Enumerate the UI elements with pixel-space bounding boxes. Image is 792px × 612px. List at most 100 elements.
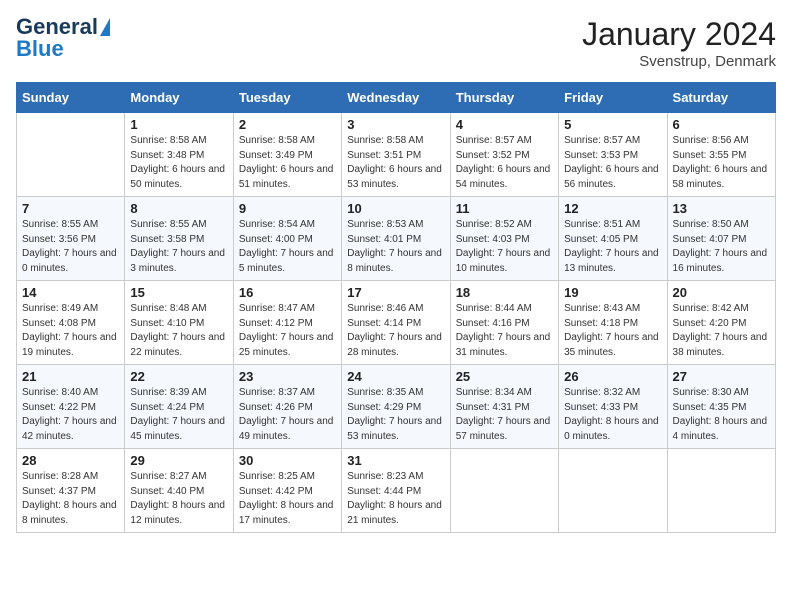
calendar-cell: 28 Sunrise: 8:28 AMSunset: 4:37 PMDayligh…: [17, 449, 125, 533]
calendar-cell: 29 Sunrise: 8:27 AMSunset: 4:40 PMDayligh…: [125, 449, 233, 533]
weekday-header-tuesday: Tuesday: [233, 83, 341, 113]
calendar-cell: 5Sunrise: 8:57 AMSunset: 3:53 PMDaylight…: [559, 113, 667, 197]
day-info: Sunrise: 8:58 AMSunset: 3:51 PMDaylight:…: [347, 134, 444, 192]
day-number: 1: [130, 117, 227, 132]
day-info: Sunrise: 8:34 AMSunset: 4:31 PMDaylight:…: [456, 386, 553, 444]
calendar-cell: 10 Sunrise: 8:53 AMSunset: 4:01 PMDayligh…: [342, 197, 450, 281]
day-info: Sunrise: 8:56 AMSunset: 3:55 PMDaylight:…: [673, 134, 770, 192]
day-info: Sunrise: 8:58 AMSunset: 3:48 PMDaylight:…: [130, 134, 227, 192]
day-info: Sunrise: 8:23 AMSunset: 4:44 PMDaylight:…: [347, 470, 444, 528]
day-number: 27: [673, 369, 770, 384]
calendar-cell: 26Sunrise: 8:32 AMSunset: 4:33 PMDayligh…: [559, 365, 667, 449]
day-number: 15: [130, 285, 227, 300]
calendar-cell: 3 Sunrise: 8:58 AMSunset: 3:51 PMDaylight…: [342, 113, 450, 197]
weekday-header-sunday: Sunday: [17, 83, 125, 113]
logo: General Blue: [16, 16, 110, 60]
day-number: 31: [347, 453, 444, 468]
calendar-cell: 15 Sunrise: 8:48 AMSunset: 4:10 PMDayligh…: [125, 281, 233, 365]
weekday-header-friday: Friday: [559, 83, 667, 113]
day-info: Sunrise: 8:53 AMSunset: 4:01 PMDaylight:…: [347, 218, 444, 276]
calendar-cell: 27Sunrise: 8:30 AMSunset: 4:35 PMDayligh…: [667, 365, 775, 449]
day-number: 9: [239, 201, 336, 216]
calendar-cell: 16 Sunrise: 8:47 AMSunset: 4:12 PMDayligh…: [233, 281, 341, 365]
calendar-cell: 6 Sunrise: 8:56 AMSunset: 3:55 PMDaylight…: [667, 113, 775, 197]
day-number: 10: [347, 201, 444, 216]
day-info: Sunrise: 8:43 AMSunset: 4:18 PMDaylight:…: [564, 302, 661, 360]
calendar-cell: 9 Sunrise: 8:54 AMSunset: 4:00 PMDaylight…: [233, 197, 341, 281]
day-number: 3: [347, 117, 444, 132]
calendar-cell: 19Sunrise: 8:43 AMSunset: 4:18 PMDayligh…: [559, 281, 667, 365]
day-info: Sunrise: 8:47 AMSunset: 4:12 PMDaylight:…: [239, 302, 336, 360]
day-info: Sunrise: 8:44 AMSunset: 4:16 PMDaylight:…: [456, 302, 553, 360]
calendar-cell: 8Sunrise: 8:55 AMSunset: 3:58 PMDaylight…: [125, 197, 233, 281]
calendar-cell: 12 Sunrise: 8:51 AMSunset: 4:05 PMDayligh…: [559, 197, 667, 281]
title-block: January 2024 Svenstrup, Denmark: [582, 16, 776, 70]
weekday-header-thursday: Thursday: [450, 83, 558, 113]
day-number: 23: [239, 369, 336, 384]
day-info: Sunrise: 8:46 AMSunset: 4:14 PMDaylight:…: [347, 302, 444, 360]
day-number: 7: [22, 201, 119, 216]
calendar-cell: 2Sunrise: 8:58 AMSunset: 3:49 PMDaylight…: [233, 113, 341, 197]
day-info: Sunrise: 8:39 AMSunset: 4:24 PMDaylight:…: [130, 386, 227, 444]
calendar-cell: 21 Sunrise: 8:40 AMSunset: 4:22 PMDayligh…: [17, 365, 125, 449]
calendar-week-1: 1 Sunrise: 8:58 AMSunset: 3:48 PMDaylight…: [17, 113, 776, 197]
calendar-week-4: 21 Sunrise: 8:40 AMSunset: 4:22 PMDayligh…: [17, 365, 776, 449]
day-info: Sunrise: 8:49 AMSunset: 4:08 PMDaylight:…: [22, 302, 119, 360]
day-info: Sunrise: 8:54 AMSunset: 4:00 PMDaylight:…: [239, 218, 336, 276]
calendar-cell: 25 Sunrise: 8:34 AMSunset: 4:31 PMDayligh…: [450, 365, 558, 449]
calendar-cell: 1 Sunrise: 8:58 AMSunset: 3:48 PMDaylight…: [125, 113, 233, 197]
day-info: Sunrise: 8:52 AMSunset: 4:03 PMDaylight:…: [456, 218, 553, 276]
day-info: Sunrise: 8:35 AMSunset: 4:29 PMDaylight:…: [347, 386, 444, 444]
day-info: Sunrise: 8:48 AMSunset: 4:10 PMDaylight:…: [130, 302, 227, 360]
weekday-header-row: SundayMondayTuesdayWednesdayThursdayFrid…: [17, 83, 776, 113]
calendar-table: SundayMondayTuesdayWednesdayThursdayFrid…: [16, 82, 776, 533]
day-info: Sunrise: 8:57 AMSunset: 3:53 PMDaylight:…: [564, 134, 661, 192]
day-number: 8: [130, 201, 227, 216]
month-title: January 2024: [582, 16, 776, 53]
calendar-cell: 11Sunrise: 8:52 AMSunset: 4:03 PMDayligh…: [450, 197, 558, 281]
day-number: 20: [673, 285, 770, 300]
day-number: 18: [456, 285, 553, 300]
day-info: Sunrise: 8:42 AMSunset: 4:20 PMDaylight:…: [673, 302, 770, 360]
logo-general: General: [16, 16, 98, 38]
day-number: 2: [239, 117, 336, 132]
day-info: Sunrise: 8:25 AMSunset: 4:42 PMDaylight:…: [239, 470, 336, 528]
calendar-week-5: 28 Sunrise: 8:28 AMSunset: 4:37 PMDayligh…: [17, 449, 776, 533]
day-number: 14: [22, 285, 119, 300]
calendar-cell: 20 Sunrise: 8:42 AMSunset: 4:20 PMDayligh…: [667, 281, 775, 365]
day-info: Sunrise: 8:28 AMSunset: 4:37 PMDaylight:…: [22, 470, 119, 528]
calendar-cell: 23Sunrise: 8:37 AMSunset: 4:26 PMDayligh…: [233, 365, 341, 449]
calendar-cell: 4Sunrise: 8:57 AMSunset: 3:52 PMDaylight…: [450, 113, 558, 197]
calendar-cell: 22 Sunrise: 8:39 AMSunset: 4:24 PMDayligh…: [125, 365, 233, 449]
calendar-cell: 30Sunrise: 8:25 AMSunset: 4:42 PMDayligh…: [233, 449, 341, 533]
calendar-cell: [17, 113, 125, 197]
day-info: Sunrise: 8:27 AMSunset: 4:40 PMDaylight:…: [130, 470, 227, 528]
calendar-cell: 13 Sunrise: 8:50 AMSunset: 4:07 PMDayligh…: [667, 197, 775, 281]
day-number: 22: [130, 369, 227, 384]
day-number: 29: [130, 453, 227, 468]
day-number: 12: [564, 201, 661, 216]
calendar-cell: [450, 449, 558, 533]
calendar-cell: 17 Sunrise: 8:46 AMSunset: 4:14 PMDayligh…: [342, 281, 450, 365]
day-info: Sunrise: 8:40 AMSunset: 4:22 PMDaylight:…: [22, 386, 119, 444]
page-header: General Blue January 2024 Svenstrup, Den…: [16, 16, 776, 70]
calendar-cell: 24 Sunrise: 8:35 AMSunset: 4:29 PMDayligh…: [342, 365, 450, 449]
day-number: 28: [22, 453, 119, 468]
calendar-week-3: 14 Sunrise: 8:49 AMSunset: 4:08 PMDayligh…: [17, 281, 776, 365]
calendar-cell: [559, 449, 667, 533]
calendar-cell: 18 Sunrise: 8:44 AMSunset: 4:16 PMDayligh…: [450, 281, 558, 365]
weekday-header-wednesday: Wednesday: [342, 83, 450, 113]
location: Svenstrup, Denmark: [582, 53, 776, 70]
day-number: 6: [673, 117, 770, 132]
day-info: Sunrise: 8:50 AMSunset: 4:07 PMDaylight:…: [673, 218, 770, 276]
day-info: Sunrise: 8:55 AMSunset: 3:56 PMDaylight:…: [22, 218, 119, 276]
day-number: 13: [673, 201, 770, 216]
day-number: 24: [347, 369, 444, 384]
day-number: 16: [239, 285, 336, 300]
day-number: 25: [456, 369, 553, 384]
day-info: Sunrise: 8:57 AMSunset: 3:52 PMDaylight:…: [456, 134, 553, 192]
logo-blue: Blue: [16, 38, 64, 60]
day-number: 21: [22, 369, 119, 384]
day-info: Sunrise: 8:51 AMSunset: 4:05 PMDaylight:…: [564, 218, 661, 276]
day-number: 17: [347, 285, 444, 300]
